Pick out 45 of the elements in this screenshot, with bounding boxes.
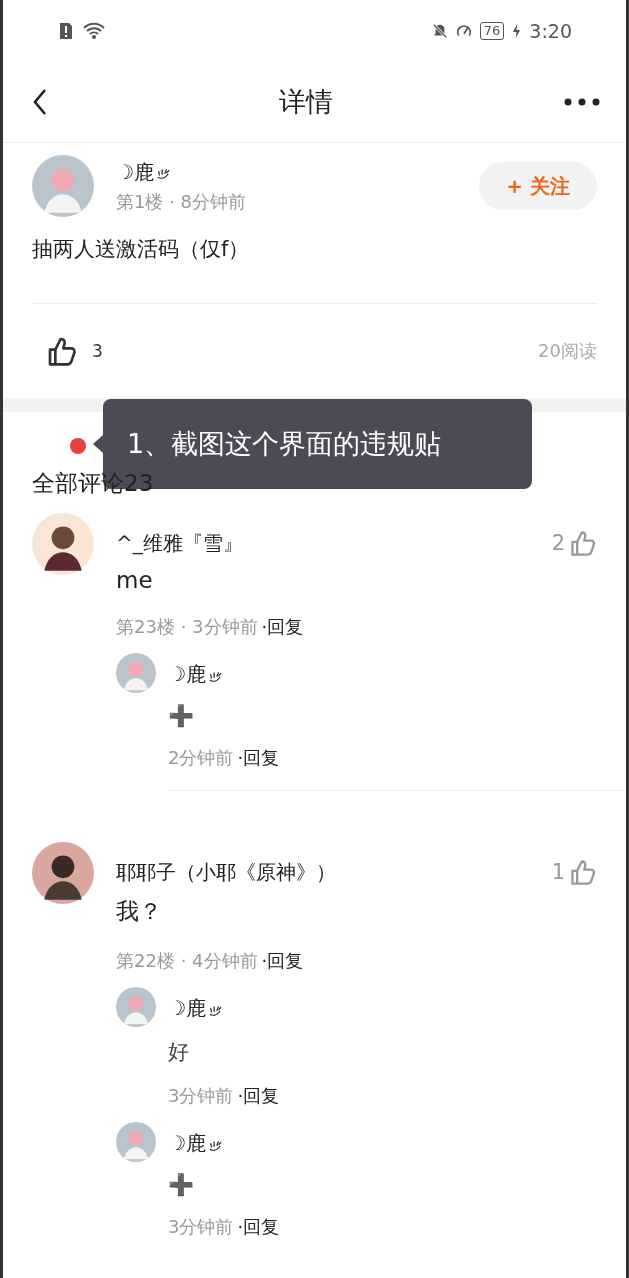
post-text: 抽两人送激活码（仅f） — [32, 217, 597, 304]
reply-text: 好 — [168, 1039, 190, 1066]
clock: 3:20 — [529, 20, 572, 42]
reply-meta: 3分钟前 — [168, 1215, 234, 1239]
avatar — [32, 155, 94, 217]
comment-text: me — [116, 567, 154, 593]
like-button[interactable]: 3 — [32, 335, 103, 367]
more-icon — [564, 98, 600, 106]
username[interactable]: ☽鹿 — [168, 661, 206, 688]
thumbs-up-icon — [569, 529, 597, 557]
avatar — [32, 842, 94, 904]
username[interactable]: ☽鹿 — [168, 995, 206, 1022]
reply-link[interactable]: ·回复 — [261, 949, 304, 973]
reply-link[interactable]: ·回复 — [261, 615, 304, 639]
reply-meta: 3分钟前 — [168, 1084, 234, 1108]
charging-bolt-icon — [512, 22, 522, 40]
username[interactable]: ☽鹿 — [168, 1130, 206, 1157]
muted-bell-icon — [431, 22, 448, 40]
comment-text: 我？ — [116, 897, 163, 926]
reply-link[interactable]: ·回复 — [237, 746, 280, 770]
thumbs-up-icon — [46, 335, 78, 367]
page-title: 详情 — [279, 85, 333, 119]
avatar — [32, 513, 94, 575]
post-meta: 第1楼 · 8分钟前 — [116, 189, 248, 214]
reply-text: ➕ — [168, 1173, 195, 1197]
tooltip-text: 1、截图这个界面的违规贴 — [127, 427, 442, 461]
avatar — [116, 653, 156, 693]
notification-dot — [70, 438, 86, 454]
thumbs-up-icon — [569, 858, 597, 886]
reply-link[interactable]: ·回复 — [237, 1215, 280, 1239]
username[interactable]: ☽鹿 — [116, 158, 154, 186]
comment-meta: 第23楼 · 3分钟前 — [116, 615, 258, 639]
read-count: 20阅读 — [538, 339, 597, 363]
avatar — [116, 1122, 156, 1162]
username[interactable]: 耶耶子（小耶《原神》） — [116, 858, 336, 886]
username[interactable]: ^_维雅『雪』 — [116, 529, 243, 557]
comment-meta: 第22楼 · 4分钟前 — [116, 949, 258, 973]
sim-alert-icon — [58, 22, 74, 40]
battery-level: 76 — [479, 22, 505, 40]
reply-link[interactable]: ·回复 — [237, 1084, 280, 1108]
reply-meta: 2分钟前 — [168, 746, 234, 770]
avatar — [116, 987, 156, 1027]
back-icon — [32, 87, 48, 117]
reply-text: ➕ — [168, 704, 195, 728]
wifi-icon — [82, 22, 106, 40]
